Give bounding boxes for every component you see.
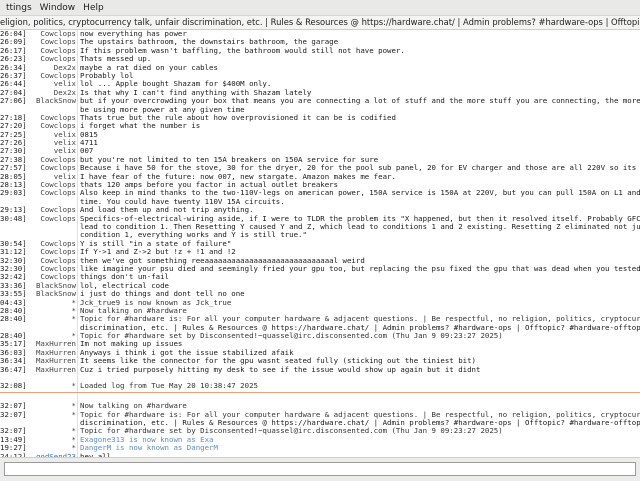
timestamp: 36:47] — [0, 364, 27, 374]
menu-bar: ttings Window Help — [0, 0, 640, 15]
nick: * — [71, 381, 76, 391]
nick: * — [71, 297, 76, 307]
message-input[interactable] — [4, 462, 636, 476]
chat-line[interactable]: 32:08] * Loaded log from Tue May 20 10:38:… — [0, 381, 640, 391]
input-bar — [0, 457, 640, 481]
chat-log[interactable]: 26:04] Cowclops now everything has power 26… — [0, 30, 640, 457]
nick[interactable]: BlackSnow — [22, 289, 76, 298]
nick: * — [71, 305, 76, 315]
timestamp: 27:06] — [0, 96, 27, 106]
nick[interactable]: Cowclops — [22, 214, 76, 223]
timestamp: 30:48] — [0, 213, 27, 223]
message-text: Cuz i tried purposely hitting my desk to… — [80, 364, 481, 374]
chat-line[interactable]: 36:47] MaxHurren Cuz i tried purposely hit… — [0, 364, 640, 374]
timestamp: 29:03] — [0, 188, 27, 198]
message-text: i forget what the number is — [80, 121, 201, 131]
read-marker-line — [0, 391, 640, 393]
menu-settings[interactable]: ttings — [0, 3, 32, 13]
nick: * — [71, 314, 76, 324]
menu-window[interactable]: Window — [34, 3, 76, 13]
nick: * — [71, 426, 76, 436]
timestamp: 28:40] — [0, 314, 27, 324]
timestamp: 32:08] — [0, 381, 27, 391]
nick[interactable]: Cowclops — [22, 189, 76, 198]
nick: * — [71, 434, 76, 444]
nick: * — [71, 409, 76, 419]
message-text: Loaded log from Tue May 20 10:38:47 2025 — [80, 381, 258, 391]
nick[interactable]: BlackSnow — [22, 96, 76, 105]
channel-topic[interactable]: eligion, politics, cryptocurrency talk, … — [0, 15, 640, 30]
nick: * — [71, 401, 76, 411]
menu-help[interactable]: Help — [77, 3, 104, 13]
chat-line[interactable]: 27:26] velix 4711 — [0, 138, 640, 147]
nick[interactable]: MaxHurren — [22, 365, 76, 374]
timestamp: 32:07] — [0, 409, 27, 419]
